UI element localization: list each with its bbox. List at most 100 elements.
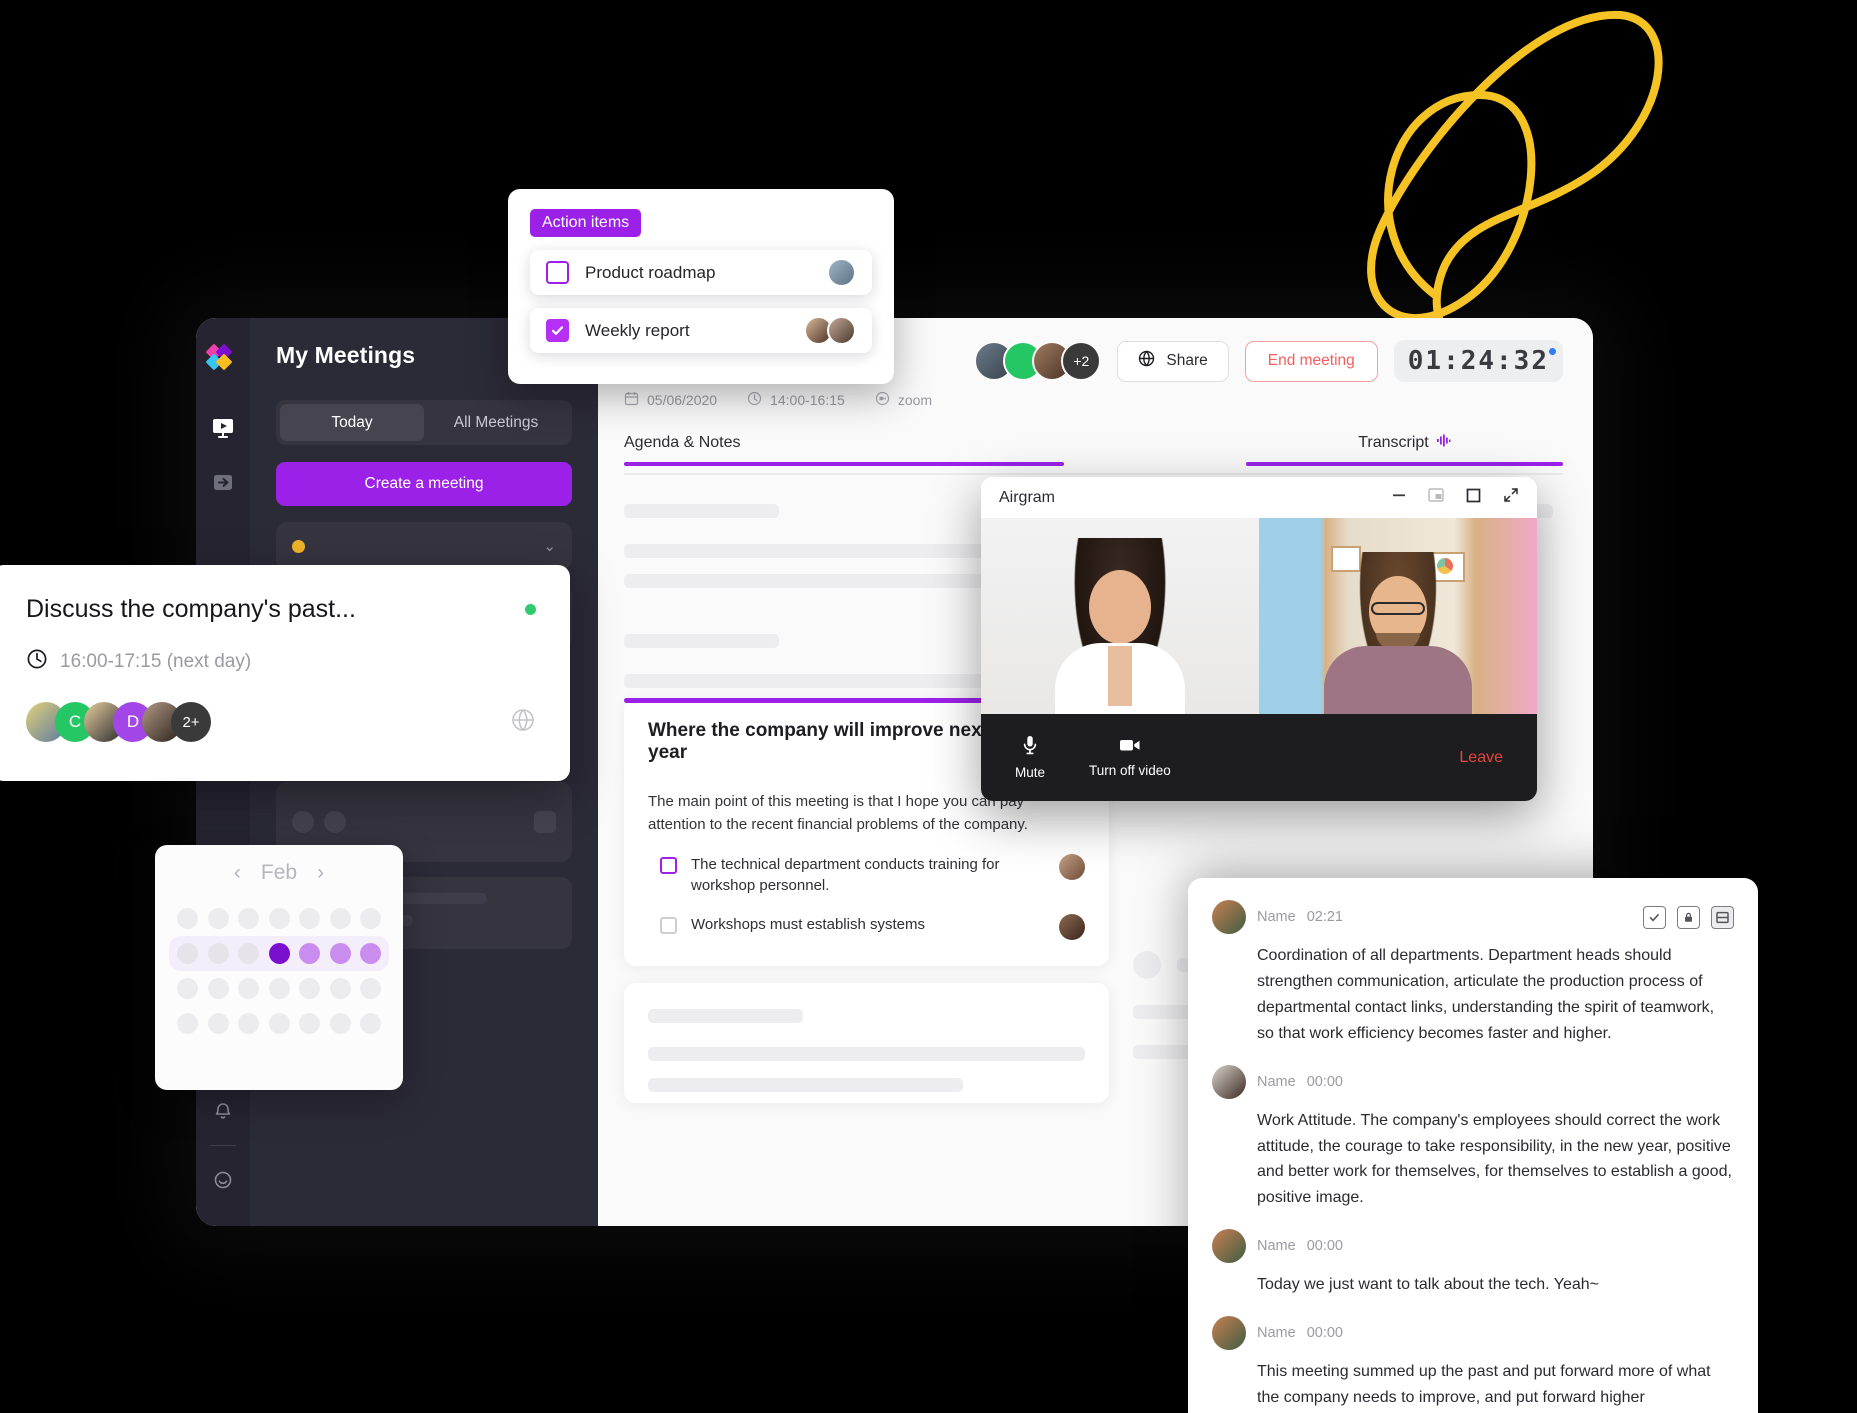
calendar-day-selected[interactable] (268, 943, 290, 964)
transcript-entry: Name 02:21 Coordination of all departmen… (1212, 900, 1734, 1047)
join-icon[interactable] (210, 470, 236, 494)
meeting-card-title: Discuss the company's past... (26, 595, 536, 624)
participant-avatars[interactable]: +2 (974, 341, 1102, 381)
calendar-day[interactable] (238, 908, 259, 929)
screenshot-root: My Meetings Today All Meetings Create a … (0, 0, 1857, 1413)
calendar-day[interactable] (238, 1013, 259, 1034)
meeting-card-title-text: Discuss the company's past... (26, 595, 356, 623)
video-tile-participant-1[interactable] (981, 518, 1259, 714)
action-items-card: Action items Product roadmap Weekly repo… (508, 189, 894, 384)
meeting-card-time: 16:00-17:15 (next day) (26, 648, 536, 676)
calendar-week-row[interactable] (169, 971, 389, 1006)
task-checkbox[interactable] (660, 856, 677, 874)
calendar-day[interactable] (329, 1013, 351, 1034)
turn-off-video-button[interactable]: Turn off video (1089, 737, 1171, 778)
calendar-day[interactable] (268, 908, 290, 929)
calendar-day[interactable] (268, 978, 290, 999)
action-item-row[interactable]: Product roadmap (530, 250, 872, 295)
chevron-down-icon[interactable]: ⌄ (543, 537, 556, 555)
end-meeting-button[interactable]: End meeting (1244, 340, 1378, 382)
calendar-day[interactable] (177, 1013, 198, 1034)
avatar (292, 811, 314, 833)
speaker-name: Name (1257, 1073, 1296, 1090)
calendar-day[interactable] (238, 978, 259, 999)
meeting-card-avatars[interactable]: C D 2+ (26, 702, 536, 742)
tab-today[interactable]: Today (280, 404, 424, 441)
calendar-day[interactable] (268, 1013, 290, 1034)
calendar-day[interactable] (299, 908, 320, 929)
meeting-timer: 01:24:32 (1393, 340, 1563, 382)
checkbox-icon[interactable] (1643, 905, 1666, 929)
avatar (827, 316, 856, 345)
screen-share-icon[interactable] (210, 416, 236, 440)
calendar-week-row[interactable] (169, 901, 389, 936)
action-item-checkbox[interactable] (546, 261, 569, 284)
globe-icon[interactable] (510, 707, 536, 738)
maximize-icon[interactable] (1466, 488, 1481, 508)
action-items-badge: Action items (530, 209, 642, 237)
calendar-day[interactable] (177, 908, 198, 929)
minimize-icon[interactable] (1392, 488, 1406, 507)
avatar-overflow-count[interactable]: 2+ (171, 702, 211, 742)
calendar-day[interactable] (329, 978, 351, 999)
calendar-day[interactable] (329, 908, 351, 929)
chevron-right-icon[interactable]: › (317, 861, 324, 885)
avatar-overflow-count[interactable]: +2 (1061, 341, 1102, 381)
chevron-left-icon[interactable]: ‹ (234, 861, 241, 885)
transcript-text: Today we just want to talk about the tec… (1257, 1276, 1600, 1294)
calendar-day[interactable] (207, 943, 229, 964)
tab-agenda-notes[interactable]: Agenda & Notes (624, 433, 1064, 466)
video-tile-participant-2[interactable] (1259, 518, 1537, 714)
calendar-day[interactable] (360, 943, 381, 964)
video-tiles (981, 518, 1537, 714)
calendar-day[interactable] (207, 1013, 229, 1034)
mute-button[interactable]: Mute (1015, 735, 1045, 780)
calendar-day[interactable] (299, 1013, 320, 1034)
action-item-row[interactable]: Weekly report (530, 308, 872, 353)
calendar-day[interactable] (360, 908, 381, 929)
calendar-day[interactable] (177, 943, 198, 964)
meeting-platform: zoom (875, 391, 932, 409)
calendar-day[interactable] (360, 1013, 381, 1034)
speaker-name: Name (1257, 1238, 1296, 1255)
tab-all-meetings[interactable]: All Meetings (424, 404, 568, 441)
note-task-item[interactable]: The technical department conducts traini… (648, 853, 1085, 898)
picture-in-picture-icon[interactable] (1428, 488, 1444, 507)
globe-icon (1138, 350, 1155, 372)
meeting-detail-card[interactable]: Discuss the company's past... 16:00-17:1… (0, 565, 570, 781)
task-checkbox[interactable] (660, 917, 677, 934)
meeting-group-header[interactable]: ⌄ (276, 522, 572, 570)
action-item-checkbox[interactable] (546, 319, 569, 342)
split-view-icon[interactable] (1711, 905, 1734, 929)
lock-icon[interactable] (1677, 905, 1700, 929)
calendar-week-row[interactable] (169, 1006, 389, 1041)
video-window-titlebar: Airgram (981, 477, 1537, 518)
share-button[interactable]: Share (1117, 340, 1229, 382)
calendar-day[interactable] (177, 978, 198, 999)
calendar-day[interactable] (207, 978, 229, 999)
meeting-platform-text: zoom (897, 392, 933, 408)
list-item-action[interactable] (534, 811, 556, 833)
calendar-day[interactable] (299, 943, 320, 964)
calendar-day[interactable] (299, 978, 320, 999)
video-controls-bar: Mute Turn off video Leave (981, 714, 1537, 801)
meetings-filter-segment: Today All Meetings (276, 400, 572, 445)
transcript-entry: Name 00:00 This meeting summed up the pa… (1212, 1316, 1734, 1413)
leave-button[interactable]: Leave (1459, 749, 1503, 767)
note-task-item[interactable]: Workshops must establish systems (648, 914, 1085, 940)
tab-transcript[interactable]: Transcript (1245, 433, 1563, 466)
calendar-day[interactable] (360, 978, 381, 999)
bell-icon[interactable] (210, 1099, 236, 1123)
placeholder-line (648, 1047, 1085, 1061)
calendar-day[interactable] (207, 908, 229, 929)
calendar-week-row-selected[interactable] (169, 936, 389, 971)
calendar-day[interactable] (329, 943, 351, 964)
calendar-icon (624, 391, 639, 409)
avatar (1212, 1064, 1246, 1099)
smiley-icon[interactable] (210, 1168, 236, 1192)
speaker-timestamp: 00:00 (1306, 1325, 1343, 1342)
calendar-grid (169, 901, 389, 1041)
create-meeting-button[interactable]: Create a meeting (276, 462, 572, 506)
calendar-day[interactable] (238, 943, 259, 964)
expand-icon[interactable] (1503, 487, 1519, 508)
